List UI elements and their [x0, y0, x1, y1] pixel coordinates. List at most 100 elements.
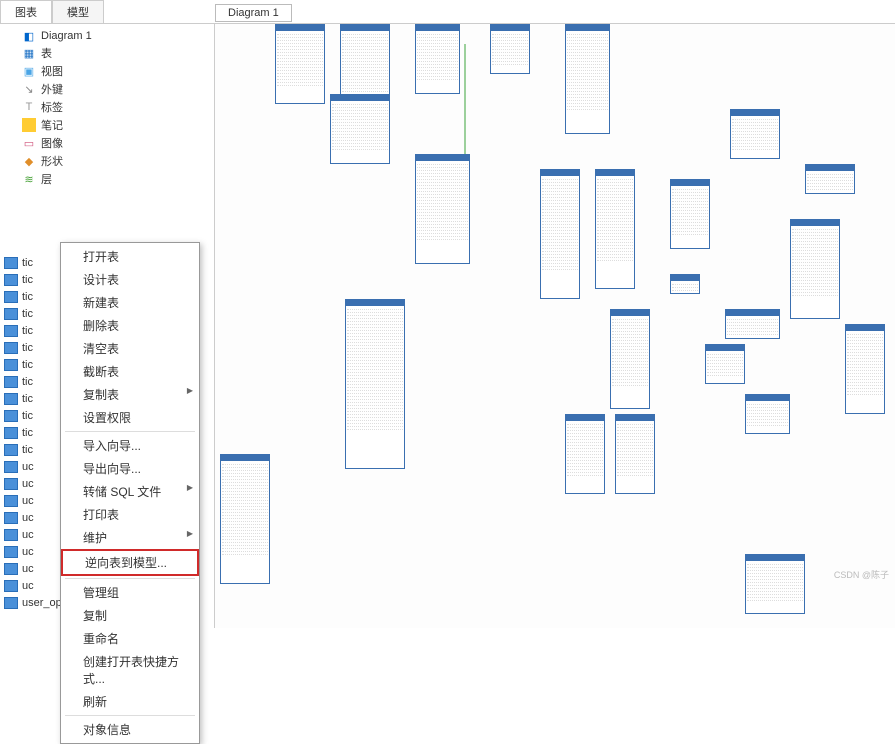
er-table-box[interactable]	[595, 169, 635, 289]
table-icon	[4, 461, 18, 473]
tree-diagram-label: Diagram 1	[41, 30, 92, 42]
er-table-box[interactable]	[790, 219, 840, 319]
menu-maintain[interactable]: 维护	[61, 526, 199, 549]
table-icon	[4, 274, 18, 286]
table-icon	[4, 478, 18, 490]
menu-dump-sql[interactable]: 转储 SQL 文件	[61, 480, 199, 503]
er-table-box[interactable]	[745, 394, 790, 434]
tree-shape[interactable]: ◆ 形状	[0, 152, 214, 170]
er-table-box[interactable]	[610, 309, 650, 409]
er-table-box[interactable]	[275, 24, 325, 104]
tab-diagram[interactable]: 图表	[0, 0, 52, 23]
menu-manage-group[interactable]: 管理组	[61, 581, 199, 604]
table-icon	[4, 427, 18, 439]
er-table-box[interactable]	[345, 299, 405, 469]
er-table-box[interactable]	[415, 154, 470, 264]
tree-shape-label: 形状	[41, 153, 63, 169]
menu-design-table[interactable]: 设计表	[61, 268, 199, 291]
er-table-box[interactable]	[730, 109, 780, 159]
tree-image[interactable]: ▭ 图像	[0, 134, 214, 152]
er-table-box[interactable]	[805, 164, 855, 194]
fkey-icon: ↘	[22, 82, 36, 96]
table-icon	[4, 325, 18, 337]
er-table-box[interactable]	[705, 344, 745, 384]
menu-rename[interactable]: 重命名	[61, 627, 199, 650]
menu-new-table[interactable]: 新建表	[61, 291, 199, 314]
table-icon	[4, 393, 18, 405]
tree-image-label: 图像	[41, 135, 63, 151]
er-table-box[interactable]	[565, 414, 605, 494]
menu-print-table[interactable]: 打印表	[61, 503, 199, 526]
table-icon	[4, 529, 18, 541]
table-icon	[4, 410, 18, 422]
table-row-label: tic	[22, 342, 33, 354]
tree-fkey-label: 外键	[41, 81, 63, 97]
watermark: CSDN @陈子	[834, 568, 889, 581]
menu-truncate-table[interactable]: 截断表	[61, 360, 199, 383]
er-table-box[interactable]	[725, 309, 780, 339]
menu-refresh[interactable]: 刷新	[61, 690, 199, 713]
table-icon: ▦	[22, 46, 36, 60]
table-icon	[4, 257, 18, 269]
table-row-label: uc	[22, 580, 34, 592]
tree-table[interactable]: ▦表	[0, 44, 214, 62]
menu-import-wizard[interactable]: 导入向导...	[61, 434, 199, 457]
menu-export-wizard[interactable]: 导出向导...	[61, 457, 199, 480]
shape-icon: ◆	[22, 154, 36, 168]
menu-open-table[interactable]: 打开表	[61, 245, 199, 268]
table-row-label: tic	[22, 308, 33, 320]
tree-layer[interactable]: ≋层	[0, 170, 214, 188]
tree-view-label: 视图	[41, 63, 63, 79]
tree-layer-label: 层	[41, 171, 52, 187]
diagram-canvas[interactable]: Diagram 1 CSDN @陈子	[215, 24, 895, 628]
tree-fkey[interactable]: ↘ 外键	[0, 80, 214, 98]
menu-reverse-to-model[interactable]: 逆向表到模型...	[61, 549, 199, 576]
table-row-label: tic	[22, 444, 33, 456]
menu-separator	[65, 431, 195, 432]
table-row-label: uc	[22, 478, 34, 490]
diagram-tab[interactable]: Diagram 1	[215, 4, 292, 22]
menu-object-info[interactable]: 对象信息	[61, 718, 199, 741]
table-icon	[4, 308, 18, 320]
table-row-label: tic	[22, 274, 33, 286]
table-row-label: tic	[22, 393, 33, 405]
er-table-box[interactable]	[615, 414, 655, 494]
menu-set-permission[interactable]: 设置权限	[61, 406, 199, 429]
table-icon	[4, 342, 18, 354]
er-table-box[interactable]	[845, 324, 885, 414]
tree-label[interactable]: T 标签	[0, 98, 214, 116]
er-table-box[interactable]	[670, 179, 710, 249]
er-table-box[interactable]	[490, 24, 530, 74]
table-row-label: uc	[22, 461, 34, 473]
table-icon	[4, 495, 18, 507]
table-row-label: uc	[22, 563, 34, 575]
image-icon: ▭	[22, 136, 36, 150]
tree-label-label: 标签	[41, 99, 63, 115]
tree-note[interactable]: 笔记	[0, 116, 214, 134]
er-table-box[interactable]	[330, 94, 390, 164]
er-table-box[interactable]	[540, 169, 580, 299]
table-row-label: tic	[22, 257, 33, 269]
er-table-box[interactable]	[220, 454, 270, 584]
menu-create-shortcut[interactable]: 创建打开表快捷方式...	[61, 650, 199, 690]
menu-copy-table[interactable]: 复制表	[61, 383, 199, 406]
tree-table-label: 表	[41, 45, 52, 61]
tree-diagram[interactable]: ◧Diagram 1	[0, 28, 214, 44]
menu-copy[interactable]: 复制	[61, 604, 199, 627]
table-row-label: uc	[22, 546, 34, 558]
label-icon: T	[22, 100, 36, 114]
table-icon	[4, 563, 18, 575]
note-icon	[22, 118, 36, 132]
menu-delete-table[interactable]: 删除表	[61, 314, 199, 337]
menu-clear-table[interactable]: 清空表	[61, 337, 199, 360]
er-table-box[interactable]	[565, 24, 610, 134]
table-row-label: tic	[22, 427, 33, 439]
table-row-label: tic	[22, 376, 33, 388]
er-table-box[interactable]	[415, 24, 460, 94]
tab-model[interactable]: 模型	[52, 0, 104, 23]
table-context-menu: 打开表 设计表 新建表 删除表 清空表 截断表 复制表 设置权限 导入向导...…	[60, 242, 200, 744]
tree-view[interactable]: ▣视图	[0, 62, 214, 80]
table-icon	[4, 546, 18, 558]
er-table-box[interactable]	[745, 554, 805, 614]
er-table-box[interactable]	[670, 274, 700, 294]
